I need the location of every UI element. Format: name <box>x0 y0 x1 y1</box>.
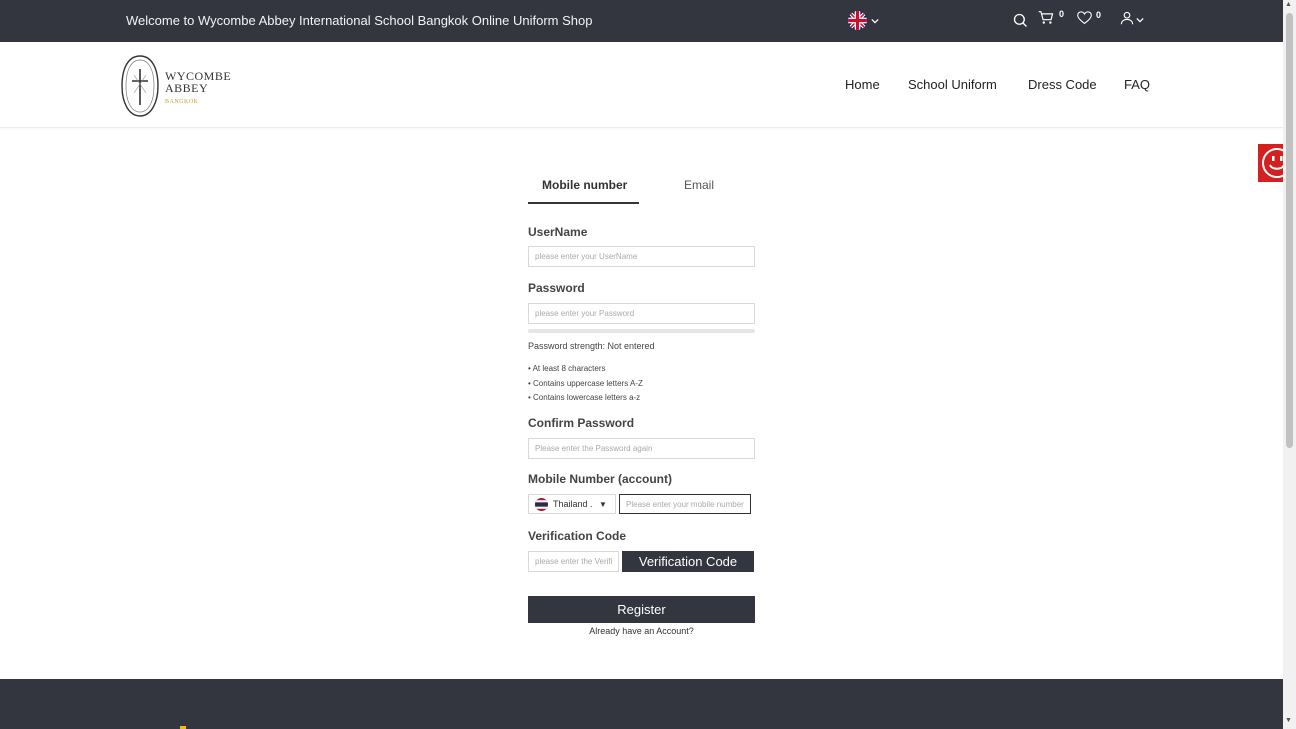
dropdown-arrow-icon: ▼ <box>599 499 607 509</box>
password-rule: • Contains lowercase letters a-z <box>528 393 641 402</box>
site-footer <box>0 679 1283 729</box>
search-icon[interactable] <box>1013 13 1028 28</box>
country-name: Thailand ... <box>553 499 593 509</box>
account-menu[interactable] <box>1120 11 1144 30</box>
scroll-down-icon[interactable]: ▼ <box>1285 717 1292 724</box>
password-rule: • Contains uppercase letters A-Z <box>528 378 643 388</box>
password-label: Password <box>528 281 585 295</box>
cart-icon <box>1038 10 1054 30</box>
password-rules: • At least 8 characters • Contains upper… <box>528 362 643 406</box>
password-input[interactable] <box>528 303 755 324</box>
user-icon <box>1120 11 1134 30</box>
country-code-select[interactable]: Thailand ... ▼ <box>528 494 616 514</box>
mobile-number-label: Mobile Number (account) <box>528 472 673 486</box>
password-rule: • At least 8 characters <box>528 364 606 373</box>
thailand-flag-icon <box>535 497 548 511</box>
password-strength-bar <box>528 329 755 333</box>
page-scrollbar[interactable]: ▲ ▼ <box>1283 0 1296 729</box>
logo-line-3: BANGKOK <box>165 98 199 105</box>
uk-flag-icon <box>848 11 867 30</box>
site-logo[interactable]: WYCOMBE ABBEY BANGKOK <box>121 55 231 122</box>
password-strength-text: Password strength: Not entered <box>528 341 655 351</box>
header-icons: 0 0 <box>1013 9 1144 30</box>
active-tab-indicator <box>528 202 639 204</box>
logo-line-2: ABBEY <box>165 80 209 95</box>
scroll-up-icon[interactable]: ▲ <box>1285 1 1292 8</box>
top-bar: Welcome to Wycombe Abbey International S… <box>0 0 1283 42</box>
verification-code-input[interactable] <box>528 551 619 572</box>
scrollbar-thumb[interactable] <box>1286 13 1293 448</box>
wishlist-count: 0 <box>1096 9 1102 20</box>
nav-school-uniform[interactable]: School Uniform <box>908 77 997 92</box>
school-crest-icon <box>121 55 159 122</box>
send-verification-code-button[interactable]: Verification Code <box>622 551 754 572</box>
welcome-message: Welcome to Wycombe Abbey International S… <box>126 13 593 28</box>
tab-email[interactable]: Email <box>684 178 714 192</box>
confirm-password-input[interactable] <box>528 438 755 459</box>
username-input[interactable] <box>528 246 755 267</box>
nav-home[interactable]: Home <box>845 77 880 92</box>
register-button[interactable]: Register <box>528 596 755 623</box>
nav-faq[interactable]: FAQ <box>1124 77 1150 92</box>
wishlist-button[interactable]: 0 <box>1077 10 1101 30</box>
login-link[interactable]: Already have an Account? <box>528 626 755 636</box>
site-header: WYCOMBE ABBEY BANGKOK Home School Unifor… <box>0 42 1283 128</box>
cart-count: 0 <box>1059 9 1065 19</box>
logo-line-1: WYCOMBE <box>165 68 232 83</box>
mobile-number-input[interactable] <box>619 494 751 514</box>
heart-icon <box>1077 10 1092 30</box>
chevron-down-icon <box>1136 11 1144 29</box>
language-selector[interactable] <box>848 11 879 30</box>
verification-code-label: Verification Code <box>528 529 627 543</box>
chevron-down-icon <box>871 12 879 30</box>
tab-mobile-number[interactable]: Mobile number <box>542 178 627 192</box>
cart-button[interactable]: 0 <box>1038 9 1064 30</box>
registration-form: Mobile number Email UserName Password Pa… <box>528 170 755 636</box>
nav-dress-code[interactable]: Dress Code <box>1028 77 1097 92</box>
username-label: UserName <box>528 225 588 239</box>
registration-tabs: Mobile number Email <box>528 170 755 205</box>
confirm-password-label: Confirm Password <box>528 416 635 430</box>
